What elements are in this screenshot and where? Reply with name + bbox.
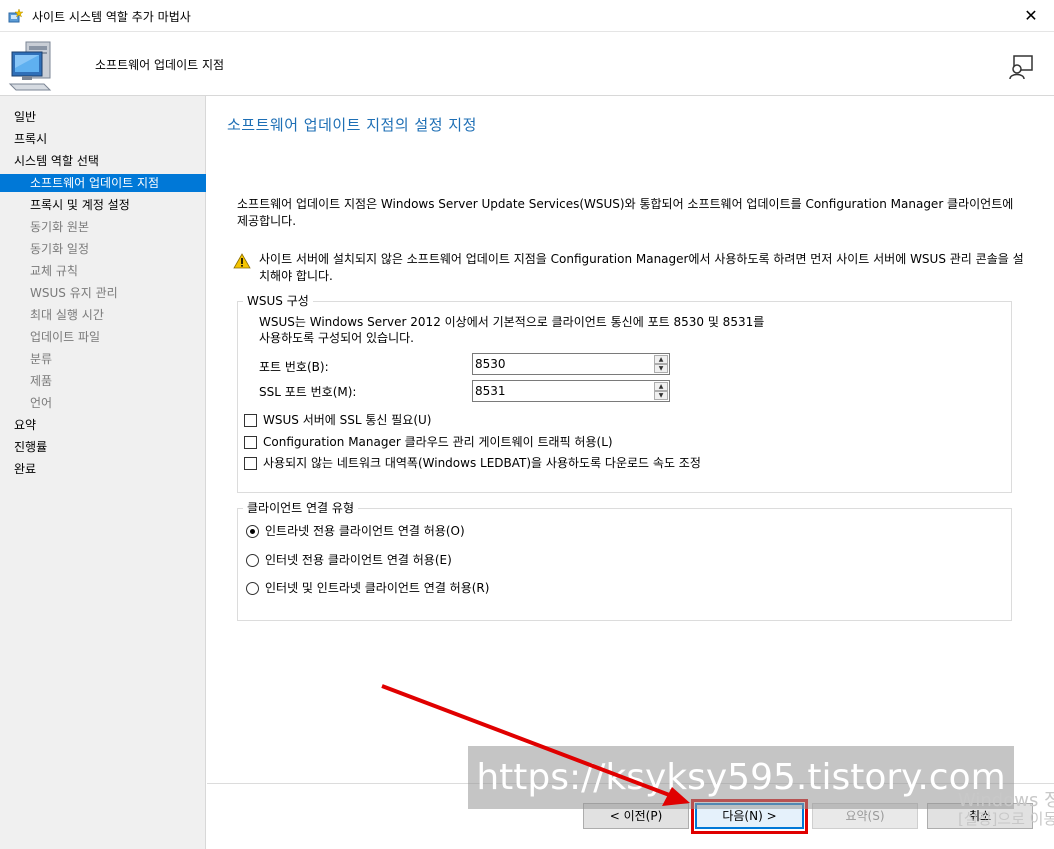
wizard-steps-nav: 일반 프록시 시스템 역할 선택 소프트웨어 업데이트 지점 프록시 및 계정 … bbox=[0, 96, 206, 849]
chevron-down-icon[interactable]: ▼ bbox=[654, 391, 668, 400]
warning-icon bbox=[233, 253, 251, 269]
nav-item-max-run-time: 최대 실행 시간 bbox=[30, 308, 104, 322]
nav-item-wsus-maintenance: WSUS 유지 관리 bbox=[30, 286, 118, 300]
nav-item-progress[interactable]: 진행률 bbox=[14, 438, 47, 456]
windows-activation-line2: [설정]으로 이동 bbox=[958, 810, 1054, 828]
window-title: 사이트 시스템 역할 추가 마법사 bbox=[32, 10, 191, 24]
ssl-port-stepper[interactable]: 8531 ▲ ▼ bbox=[472, 380, 670, 402]
chevron-up-icon[interactable]: ▲ bbox=[654, 355, 668, 364]
nav-item-completion[interactable]: 완료 bbox=[14, 460, 36, 478]
ssl-port-stepper-arrows[interactable]: ▲ ▼ bbox=[654, 382, 668, 400]
nav-item-general[interactable]: 일반 bbox=[14, 108, 36, 126]
ssl-port-label: SSL 포트 번호(M): bbox=[259, 385, 357, 399]
nav-item-system-role-selection[interactable]: 시스템 역할 선택 bbox=[14, 152, 99, 170]
warning-text: 사이트 서버에 설치되지 않은 소프트웨어 업데이트 지점을 Configura… bbox=[259, 252, 1024, 283]
nav-item-classifications: 분류 bbox=[30, 352, 53, 366]
radio-circle[interactable] bbox=[246, 554, 259, 567]
nav-item-summary[interactable]: 요약 bbox=[14, 416, 36, 434]
radio-label: 인터넷 전용 클라이언트 연결 허용(E) bbox=[265, 553, 452, 567]
nav-item-update-files: 업데이트 파일 bbox=[30, 330, 101, 344]
nav-item-sync-schedule: 동기화 일정 bbox=[30, 242, 90, 256]
chevron-up-icon[interactable]: ▲ bbox=[654, 382, 668, 391]
nav-item-proxy-account-settings[interactable]: 프록시 및 계정 설정 bbox=[30, 196, 130, 214]
ssl-port-value[interactable]: 8531 bbox=[475, 384, 506, 398]
checkbox-label: 사용되지 않는 네트워크 대역폭(Windows LEDBAT)을 사용하도록 … bbox=[263, 456, 701, 470]
wsus-config-legend: WSUS 구성 bbox=[243, 292, 313, 309]
checkbox-box[interactable] bbox=[244, 457, 257, 470]
title-bar: 사이트 시스템 역할 추가 마법사 ✕ bbox=[0, 0, 1054, 32]
nav-item-supersedence-rules: 교체 규칙 bbox=[30, 264, 78, 278]
checkbox-label: WSUS 서버에 SSL 통신 필요(U) bbox=[263, 413, 432, 427]
feedback-icon[interactable] bbox=[1008, 54, 1034, 80]
radio-label: 인트라넷 전용 클라이언트 연결 허용(O) bbox=[265, 524, 465, 538]
port-stepper[interactable]: 8530 ▲ ▼ bbox=[472, 353, 670, 375]
page-subtitle: 소프트웨어 업데이트 지점 bbox=[95, 58, 225, 72]
radio-label: 인터넷 및 인트라넷 클라이언트 연결 허용(R) bbox=[265, 581, 490, 595]
close-button[interactable]: ✕ bbox=[1008, 0, 1054, 32]
checkbox-label: Configuration Manager 클라우드 관리 게이트웨이 트래픽 … bbox=[263, 435, 613, 449]
chevron-down-icon[interactable]: ▼ bbox=[654, 364, 668, 373]
nav-item-products: 제품 bbox=[30, 374, 53, 388]
port-stepper-arrows[interactable]: ▲ ▼ bbox=[654, 355, 668, 373]
page-heading: 소프트웨어 업데이트 지점의 설정 지정 bbox=[227, 116, 477, 134]
port-label: 포트 번호(B): bbox=[259, 360, 329, 374]
radio-circle[interactable] bbox=[246, 582, 259, 595]
nav-item-software-update-point[interactable]: 소프트웨어 업데이트 지점 bbox=[0, 174, 206, 192]
blog-watermark: https://ksyksy595.tistory.com bbox=[468, 746, 1014, 809]
main-panel: 소프트웨어 업데이트 지점의 설정 지정 소프트웨어 업데이트 지점은 Wind… bbox=[207, 96, 1054, 849]
checkbox-box[interactable] bbox=[244, 414, 257, 427]
wizard-icon bbox=[8, 8, 24, 23]
description-text: 소프트웨어 업데이트 지점은 Windows Server Update Ser… bbox=[237, 197, 1014, 228]
port-value[interactable]: 8530 bbox=[475, 357, 506, 371]
nav-item-sync-source: 동기화 원본 bbox=[30, 220, 90, 234]
radio-circle[interactable] bbox=[246, 525, 259, 538]
nav-item-languages: 언어 bbox=[30, 396, 53, 410]
computer-icon bbox=[8, 41, 52, 91]
checkbox-box[interactable] bbox=[244, 436, 257, 449]
wizard-header: 소프트웨어 업데이트 지점 bbox=[0, 32, 1054, 96]
nav-item-proxy[interactable]: 프록시 bbox=[14, 130, 47, 148]
client-connection-legend: 클라이언트 연결 유형 bbox=[243, 499, 358, 516]
wsus-info-text: WSUS는 Windows Server 2012 이상에서 기본적으로 클라이… bbox=[259, 315, 765, 345]
